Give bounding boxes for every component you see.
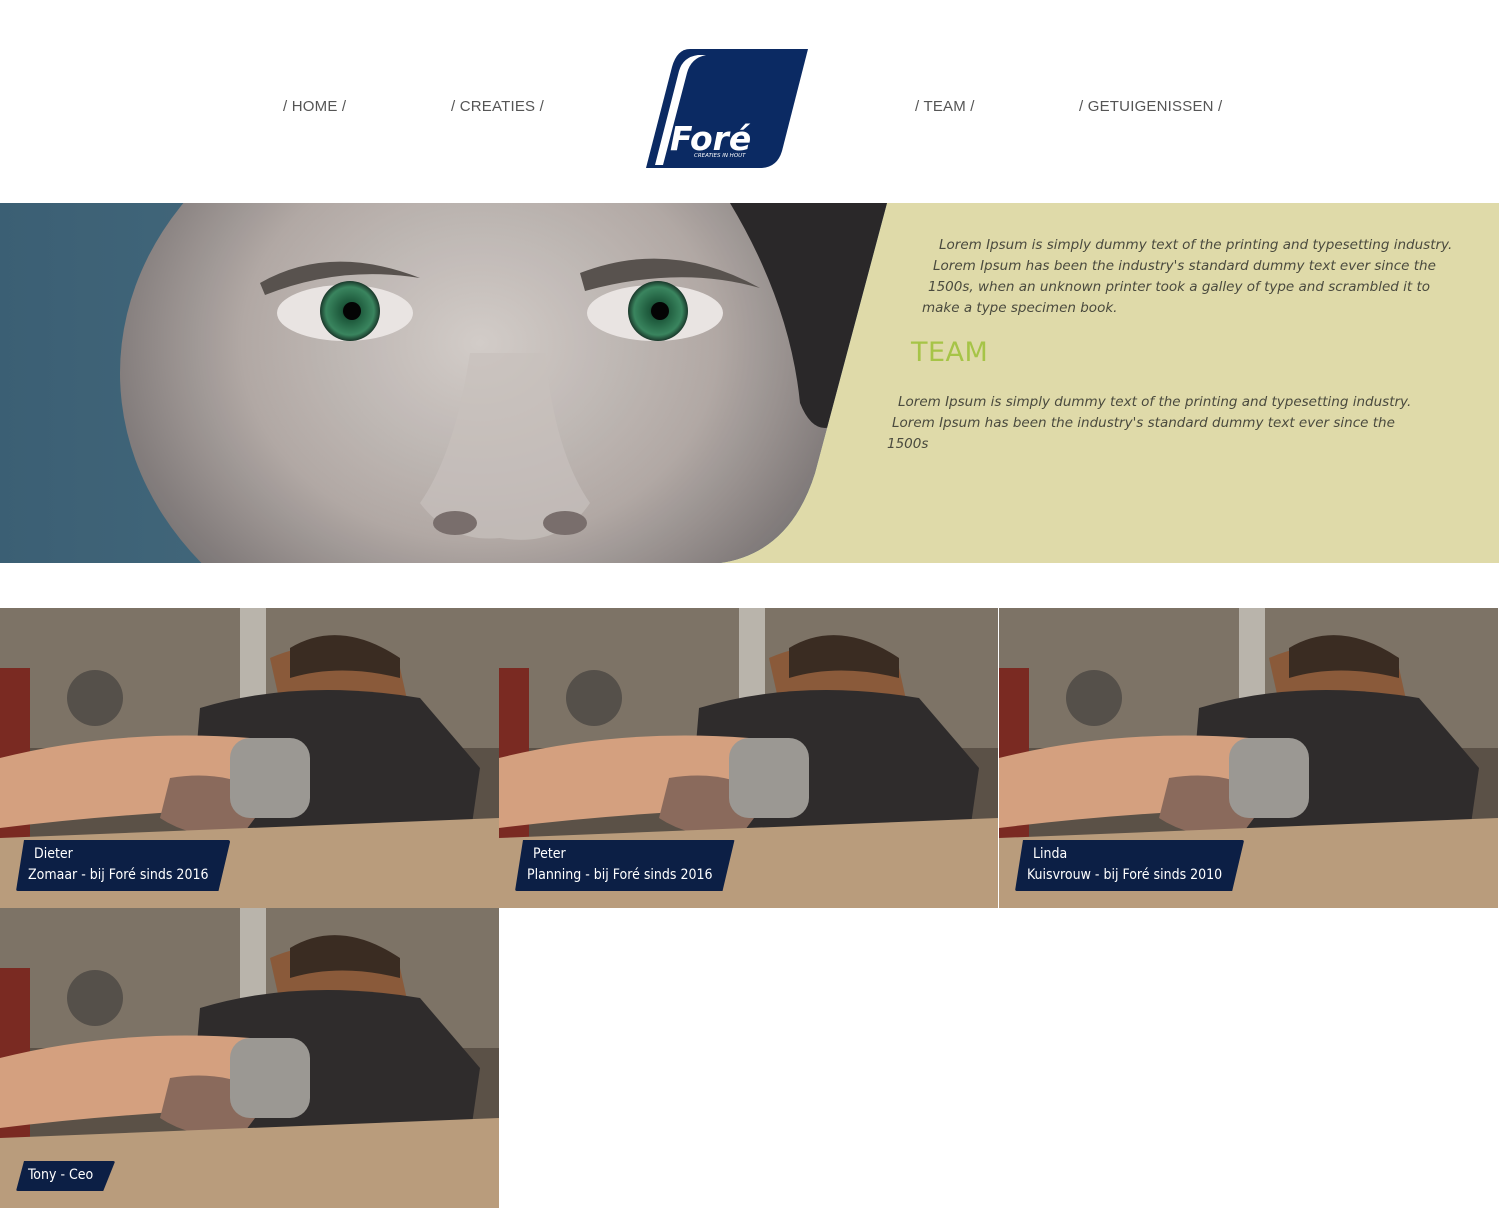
hero-body-line: Lorem Ipsum has been the industry's stan… [892, 415, 1395, 431]
hero-face-image [0, 203, 887, 563]
logo-tagline: CREATIES IN HOUT [694, 153, 746, 159]
team-grid: Dieter Zomaar - bij Foré sinds 2016 Pete… [0, 608, 1499, 1208]
nav-home[interactable]: / HOME / [283, 98, 346, 115]
site-header: / HOME / / CREATIES / Foré CREATIES IN H… [0, 0, 1499, 203]
nav-team[interactable]: / TEAM / [915, 98, 975, 115]
team-card[interactable]: Dieter Zomaar - bij Foré sinds 2016 [0, 608, 499, 908]
hero-body-line: 1500s [887, 436, 929, 452]
hero-intro-line: make a type specimen book. [922, 300, 1118, 316]
team-member-caption: Tony - Ceo [16, 1161, 115, 1191]
team-member-caption: Peter Planning - bij Foré sinds 2016 [515, 840, 735, 891]
team-member-role: Tony - Ceo [28, 1167, 94, 1183]
team-card[interactable]: Peter Planning - bij Foré sinds 2016 [499, 608, 998, 908]
team-member-name: Peter [533, 846, 566, 862]
team-member-name: Linda [1033, 846, 1068, 862]
nav-getuigenissen[interactable]: / GETUIGENISSEN / [1079, 98, 1222, 115]
hero-body: Lorem Ipsum is simply dummy text of the … [887, 392, 1411, 455]
team-card[interactable]: Tony - Ceo [0, 908, 499, 1208]
nav-creaties[interactable]: / CREATIES / [451, 98, 544, 115]
team-member-role: Zomaar - bij Foré sinds 2016 [28, 867, 209, 883]
team-member-role: Planning - bij Foré sinds 2016 [527, 867, 713, 883]
hero-body-line: Lorem Ipsum is simply dummy text of the … [898, 394, 1412, 410]
team-member-caption: Linda Kuisvrouw - bij Foré sinds 2010 [1015, 840, 1244, 891]
team-hero: Lorem Ipsum is simply dummy text of the … [0, 203, 1499, 563]
fore-logo[interactable]: Foré CREATIES IN HOUT [646, 49, 808, 168]
team-member-caption: Dieter Zomaar - bij Foré sinds 2016 [16, 840, 230, 891]
hero-intro-line: 1500s, when an unknown printer took a ga… [928, 279, 1431, 295]
hero-intro: Lorem Ipsum is simply dummy text of the … [922, 235, 1452, 319]
team-heading: TEAM [911, 337, 989, 368]
team-member-role: Kuisvrouw - bij Foré sinds 2010 [1027, 867, 1223, 883]
hero-intro-line: Lorem Ipsum is simply dummy text of the … [939, 237, 1453, 253]
team-member-name: Dieter [34, 846, 73, 862]
fore-logo-mark: Foré CREATIES IN HOUT [646, 49, 808, 168]
hero-intro-line: Lorem Ipsum has been the industry's stan… [933, 258, 1436, 274]
team-card[interactable]: Linda Kuisvrouw - bij Foré sinds 2010 [999, 608, 1499, 908]
